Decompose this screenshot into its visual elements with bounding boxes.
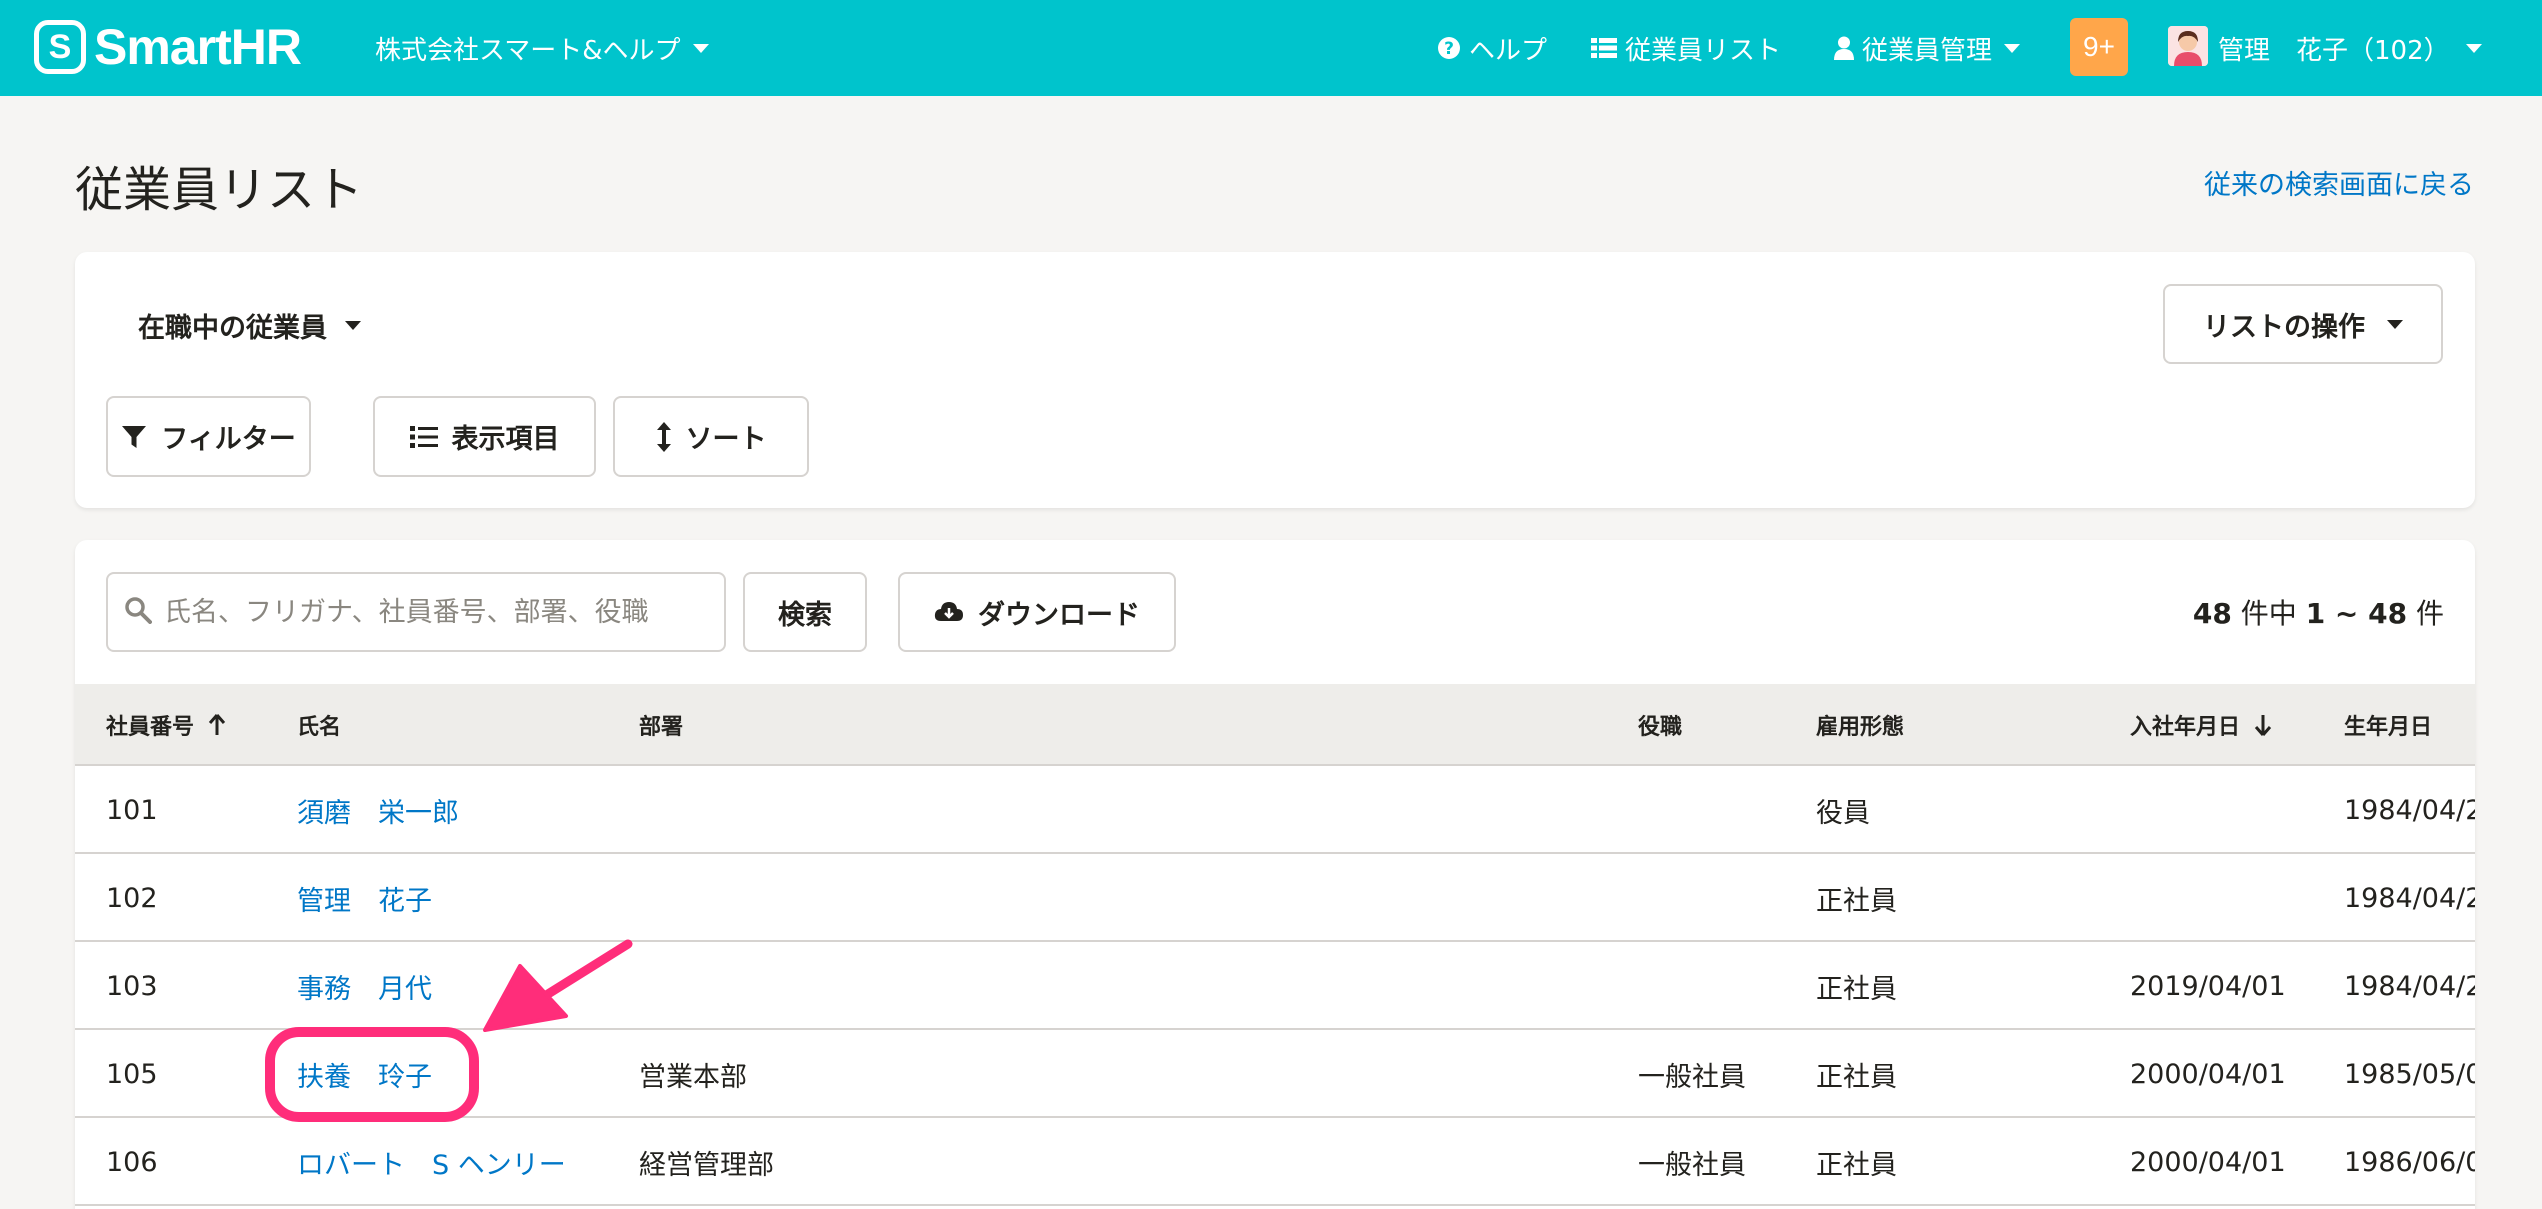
search-button[interactable]: 検索 <box>743 572 867 652</box>
sort-button[interactable]: ソート <box>613 396 809 477</box>
table-header: 社員番号 氏名 部署 役職 雇用形態 入社年月日 生年月日 <box>75 684 2475 766</box>
user-name: 管理 花子（102） <box>2218 35 2450 66</box>
cell-department: 経営管理部 <box>639 1149 774 1181</box>
count-suffix: 件 <box>2407 597 2444 630</box>
cell-employment-type: 役員 <box>1816 797 1870 829</box>
cell-birth-date: 1984/04/2 <box>2344 970 2475 1002</box>
list-controls-card: 在職中の従業員 リストの操作 フィルター 表示項目 ソート <box>75 252 2475 508</box>
user-icon <box>1834 36 1854 60</box>
cloud-download-icon <box>934 600 964 624</box>
th-emp-no-label: 社員番号 <box>106 715 195 740</box>
annotation-highlight-ring <box>265 1027 479 1122</box>
chevron-down-icon <box>2465 43 2482 53</box>
download-label: ダウンロード <box>978 599 1140 631</box>
cell-hire-date: 2000/04/01 <box>2130 1058 2286 1090</box>
cell-employment-type: 正社員 <box>1816 1061 1897 1093</box>
result-count: 48 件中 1 ~ 48 件 <box>2193 592 2444 632</box>
back-to-legacy-search-link[interactable]: 従来の検索画面に戻る <box>2204 163 2474 202</box>
cell-emp-no: 101 <box>106 794 158 826</box>
filter-button[interactable]: フィルター <box>106 396 311 477</box>
display-columns-button[interactable]: 表示項目 <box>373 396 596 477</box>
cell-hire-date: 2000/04/01 <box>2130 1146 2286 1178</box>
employee-list-link[interactable]: 従業員リスト <box>1591 26 1781 70</box>
table-row: 103 事務 月代 正社員 2019/04/01 1984/04/2 <box>75 942 2475 1030</box>
th-name[interactable]: 氏名 <box>297 684 341 766</box>
top-header: S SmartHR 株式会社スマート&ヘルプ ? ヘルプ 従業員リスト 従業員管… <box>0 0 2542 96</box>
cell-employment-type: 正社員 <box>1816 973 1897 1005</box>
cell-birth-date: 1984/04/2 <box>2344 882 2475 914</box>
columns-label: 表示項目 <box>451 424 560 455</box>
chevron-down-icon <box>692 43 709 53</box>
arrow-down-icon <box>2254 714 2272 736</box>
user-avatar[interactable] <box>2168 26 2208 66</box>
search-icon <box>124 596 152 628</box>
svg-text:?: ? <box>1444 39 1454 59</box>
download-button[interactable]: ダウンロード <box>898 572 1176 652</box>
cell-emp-no: 105 <box>106 1058 158 1090</box>
cell-position: 一般社員 <box>1638 1149 1746 1181</box>
company-switcher[interactable]: 株式会社スマート&ヘルプ <box>375 26 709 70</box>
th-department[interactable]: 部署 <box>639 684 683 766</box>
help-link[interactable]: ? ヘルプ <box>1437 26 1547 70</box>
sort-label: ソート <box>685 424 767 455</box>
cell-name-link[interactable]: 管理 花子 <box>297 854 432 942</box>
employee-mgmt-menu[interactable]: 従業員管理 <box>1834 26 2021 70</box>
cell-name-link[interactable]: 須磨 栄一郎 <box>297 766 459 854</box>
th-birth-date[interactable]: 生年月日 <box>2344 684 2432 766</box>
employee-list-label: 従業員リスト <box>1625 35 1782 66</box>
th-position[interactable]: 役職 <box>1638 684 1682 766</box>
cell-hire-date: 2019/04/01 <box>2130 970 2286 1002</box>
cell-birth-date: 1986/06/0 <box>2344 1146 2475 1178</box>
scope-label: 在職中の従業員 <box>138 312 327 344</box>
cell-name-link[interactable]: 事務 月代 <box>297 942 432 1030</box>
sort-vertical-icon <box>656 421 672 452</box>
list-icon <box>1591 37 1617 59</box>
count-range: 1 ~ 48 <box>2305 597 2408 630</box>
chevron-down-icon <box>345 320 361 330</box>
list-bullets-icon <box>409 425 438 449</box>
list-operations-button[interactable]: リストの操作 <box>2163 284 2443 364</box>
employee-scope-select[interactable]: 在職中の従業員 <box>138 300 361 350</box>
employee-mgmt-label: 従業員管理 <box>1862 35 1993 66</box>
th-hire-date-label: 入社年月日 <box>2130 715 2241 740</box>
page-title: 従業員リスト <box>75 162 364 218</box>
filter-icon <box>121 424 147 450</box>
filter-label: フィルター <box>161 424 296 455</box>
cell-birth-date: 1984/04/2 <box>2344 794 2475 826</box>
smarthr-logo[interactable]: S SmartHR <box>34 18 302 76</box>
cell-department: 営業本部 <box>639 1061 747 1093</box>
chevron-down-icon <box>2004 43 2021 53</box>
count-mid: 件中 <box>2231 597 2306 630</box>
cell-employment-type: 正社員 <box>1816 1149 1897 1181</box>
company-name: 株式会社スマート&ヘルプ <box>375 35 681 66</box>
logo-text: SmartHR <box>94 19 302 75</box>
chevron-down-icon <box>2387 319 2403 329</box>
help-label: ヘルプ <box>1469 35 1548 66</box>
notification-badge[interactable]: 9+ <box>2070 18 2128 76</box>
cell-emp-no: 106 <box>106 1146 158 1178</box>
cell-emp-no: 102 <box>106 882 158 914</box>
question-circle-icon: ? <box>1437 36 1461 60</box>
search-field[interactable] <box>106 572 726 652</box>
cell-position: 一般社員 <box>1638 1061 1746 1093</box>
arrow-up-icon <box>208 714 226 736</box>
logo-mark-icon: S <box>34 20 86 74</box>
search-input[interactable] <box>164 596 704 628</box>
table-row: 101 須磨 栄一郎 役員 1984/04/2 <box>75 766 2475 854</box>
list-ops-label: リストの操作 <box>2203 311 2365 343</box>
th-hire-date[interactable]: 入社年月日 <box>2130 684 2272 766</box>
cell-birth-date: 1985/05/0 <box>2344 1058 2475 1090</box>
th-emp-no[interactable]: 社員番号 <box>106 684 226 766</box>
count-total: 48 <box>2192 597 2232 630</box>
th-employment-type[interactable]: 雇用形態 <box>1816 684 1904 766</box>
table-row: 102 管理 花子 正社員 1984/04/2 <box>75 854 2475 942</box>
cell-employment-type: 正社員 <box>1816 885 1897 917</box>
user-menu[interactable]: 管理 花子（102） <box>2218 26 2482 70</box>
cell-emp-no: 103 <box>106 970 158 1002</box>
table-row: 106 ロバート S ヘンリー 経営管理部 一般社員 正社員 2000/04/0… <box>75 1118 2475 1206</box>
cell-name-link[interactable]: ロバート S ヘンリー <box>297 1118 566 1206</box>
